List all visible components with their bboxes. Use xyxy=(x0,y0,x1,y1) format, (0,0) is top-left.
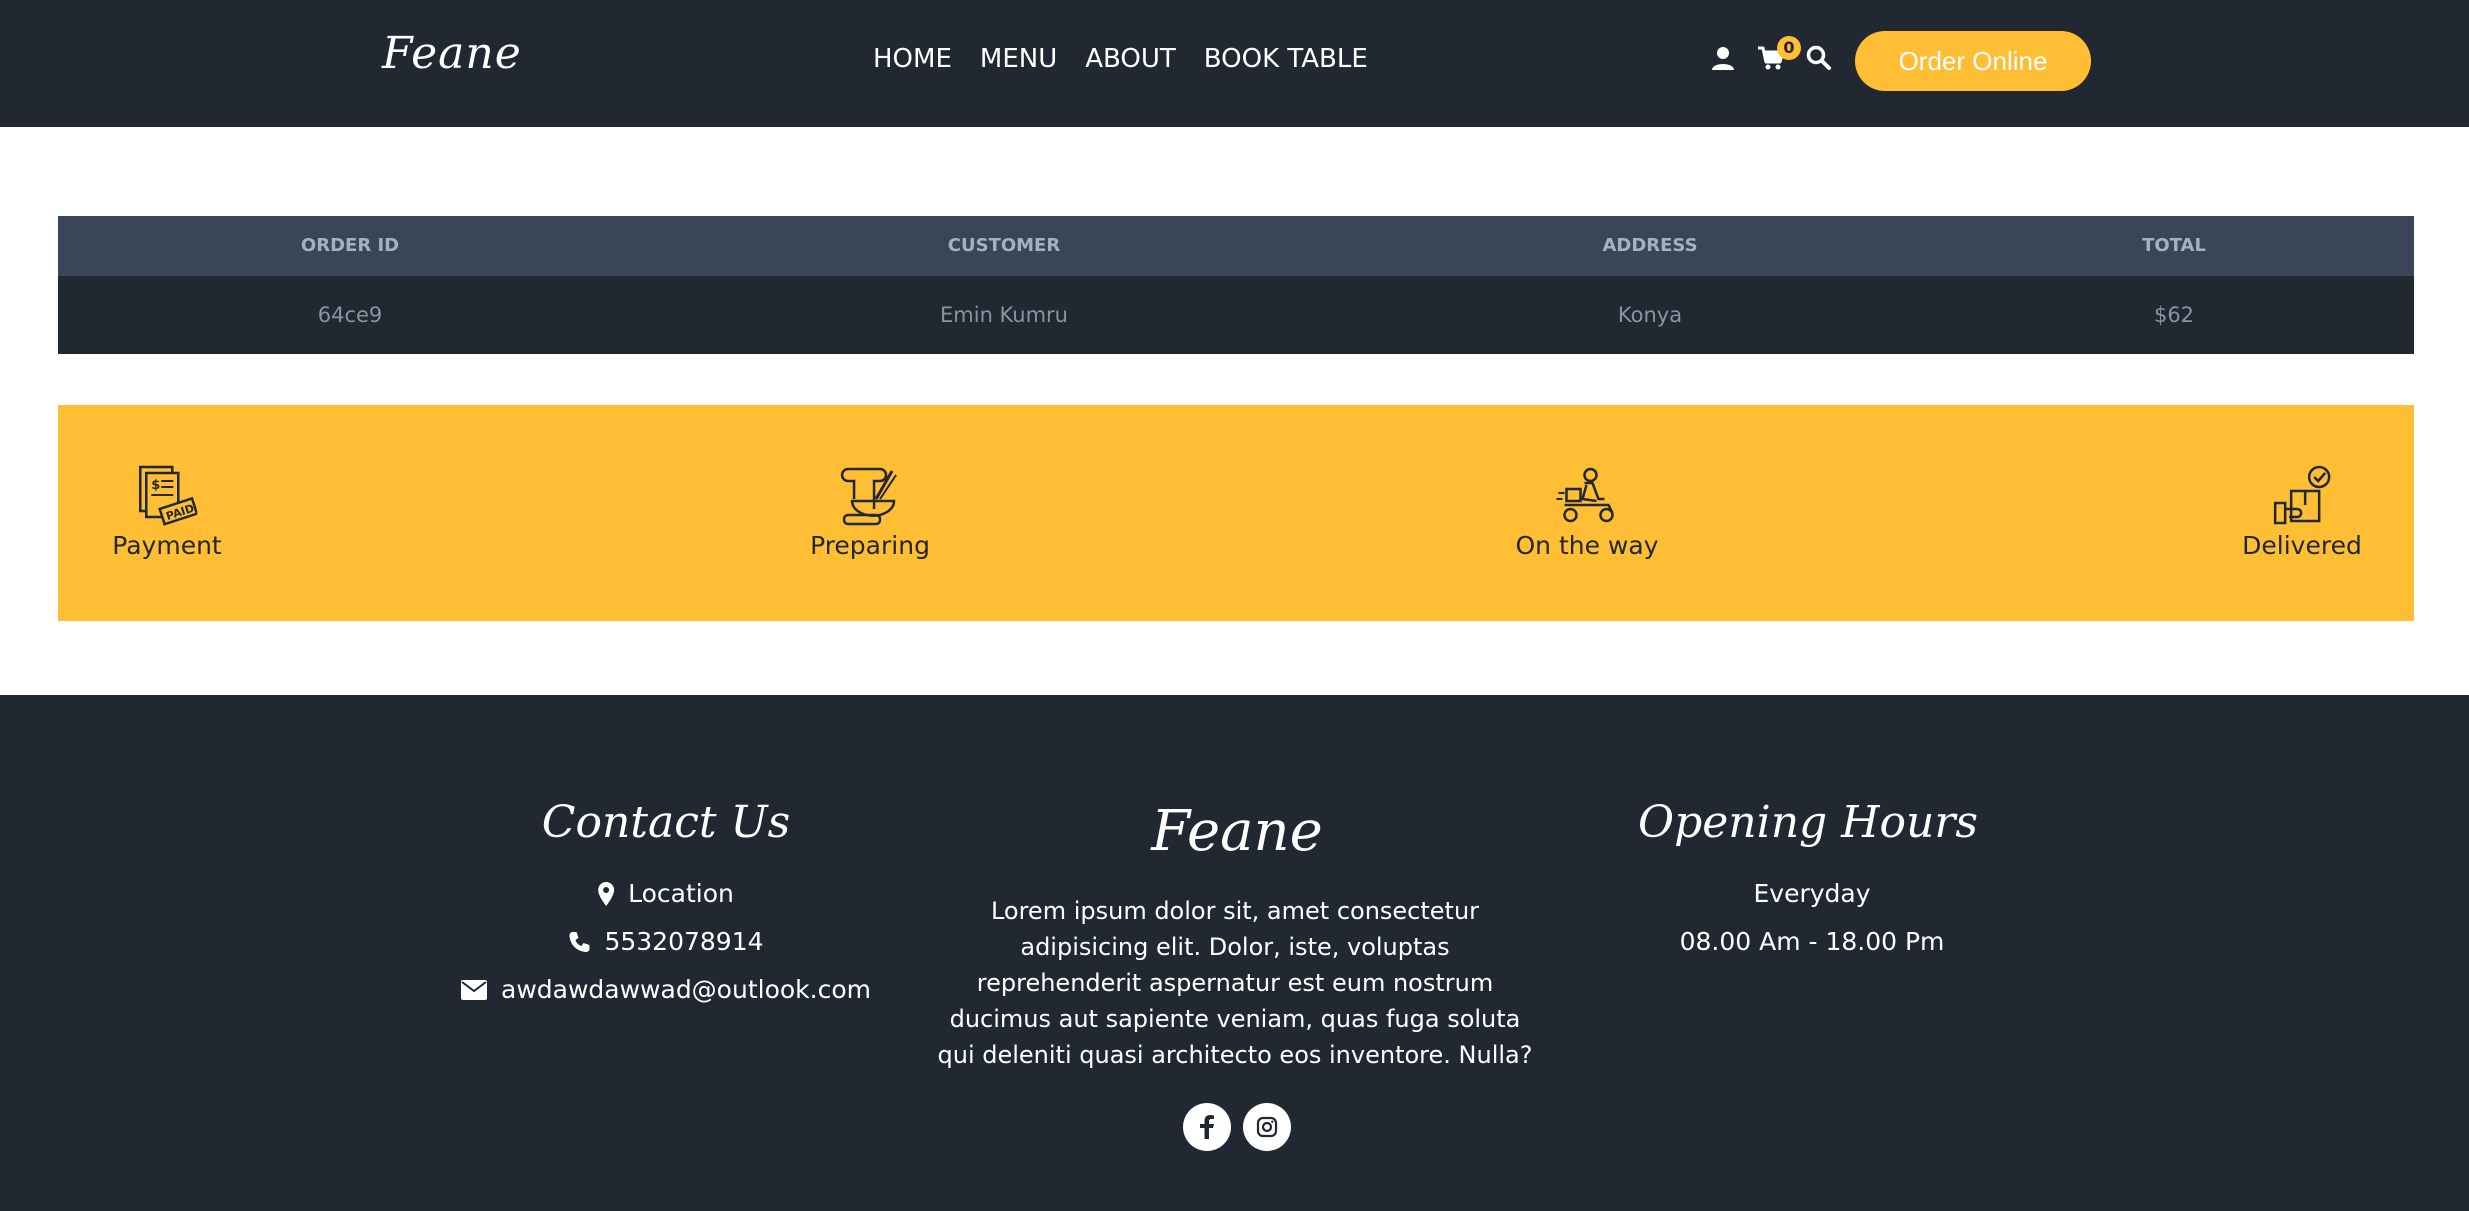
nav-book-table[interactable]: BOOK TABLE xyxy=(1204,44,1368,74)
nav-home[interactable]: HOME xyxy=(873,44,952,74)
search-icon[interactable] xyxy=(1804,43,1834,73)
order-status-band: $ PAID Payment Preparing On the way Deli… xyxy=(58,405,2414,621)
svg-text:$: $ xyxy=(151,478,160,493)
footer-about-text: Lorem ipsum dolor sit, amet consectetur … xyxy=(937,897,1533,1069)
delivery-scooter-icon xyxy=(1555,467,1614,523)
contact-phone[interactable]: 5532078914 xyxy=(568,927,764,956)
phone-icon xyxy=(569,931,590,952)
opening-time: 08.00 Am - 18.00 Pm xyxy=(1679,927,1945,956)
column-header-order-id: ORDER ID xyxy=(300,235,400,256)
contact-location-text: Location xyxy=(628,879,734,908)
nav-about[interactable]: ABOUT xyxy=(1085,44,1176,74)
cell-address: Konya xyxy=(1617,303,1683,327)
contact-email[interactable]: awdawdawwad@outlook.com xyxy=(461,975,871,1004)
cart-count-badge: 0 xyxy=(1777,36,1801,60)
header-icons: 0 xyxy=(1708,36,1834,73)
delivered-package-icon xyxy=(2273,465,2331,525)
contact-email-text: awdawdawwad@outlook.com xyxy=(501,975,871,1004)
status-label-on-the-way: On the way xyxy=(1515,531,1659,560)
order-table: ORDER ID CUSTOMER ADDRESS TOTAL 64ce9 Em… xyxy=(58,216,2414,354)
envelope-icon xyxy=(461,979,488,1000)
cell-total: $62 xyxy=(2153,303,2195,327)
column-header-address: ADDRESS xyxy=(1602,235,1698,256)
paid-receipt-icon: $ PAID xyxy=(138,465,197,526)
status-step-payment: $ PAID Payment xyxy=(112,465,222,560)
table-row: 64ce9 Emin Kumru Konya $62 xyxy=(58,276,2414,354)
nav-menu[interactable]: MENU xyxy=(980,44,1057,74)
cell-customer: Emin Kumru xyxy=(940,303,1068,327)
brand-logo[interactable]: Feane xyxy=(382,28,522,79)
status-label-payment: Payment xyxy=(112,531,222,560)
status-label-preparing: Preparing xyxy=(810,531,930,560)
cart-icon[interactable]: 0 xyxy=(1756,36,1801,73)
footer-brand[interactable]: Feane xyxy=(1151,799,1323,864)
column-header-total: TOTAL xyxy=(2142,235,2206,256)
cooking-icon xyxy=(840,467,897,526)
column-header-customer: CUSTOMER xyxy=(947,235,1061,256)
opening-days: Everyday xyxy=(1753,879,1871,908)
contact-phone-text: 5532078914 xyxy=(604,927,764,956)
status-step-preparing: Preparing xyxy=(810,465,930,560)
status-step-delivered: Delivered xyxy=(2242,465,2362,560)
cell-order-id: 64ce9 xyxy=(317,303,383,327)
opening-hours-title: Opening Hours xyxy=(1638,797,1978,848)
status-label-delivered: Delivered xyxy=(2242,531,2362,560)
site-header: Feane HOME MENU ABOUT BOOK TABLE 0 Order… xyxy=(0,0,2469,127)
site-footer: Contact Us Location 5532078914 awdawdaww… xyxy=(0,695,2469,1211)
status-step-on-the-way: On the way xyxy=(1515,465,1659,560)
instagram-icon[interactable] xyxy=(1243,1103,1291,1151)
location-pin-icon xyxy=(598,881,615,906)
table-header-row: ORDER ID CUSTOMER ADDRESS TOTAL xyxy=(58,216,2414,276)
contact-location[interactable]: Location xyxy=(598,879,734,908)
main-nav: HOME MENU ABOUT BOOK TABLE xyxy=(873,44,1368,74)
contact-title: Contact Us xyxy=(541,797,791,848)
facebook-icon[interactable] xyxy=(1183,1103,1231,1151)
order-online-button[interactable]: Order Online xyxy=(1855,31,2091,91)
user-icon[interactable] xyxy=(1708,43,1738,73)
